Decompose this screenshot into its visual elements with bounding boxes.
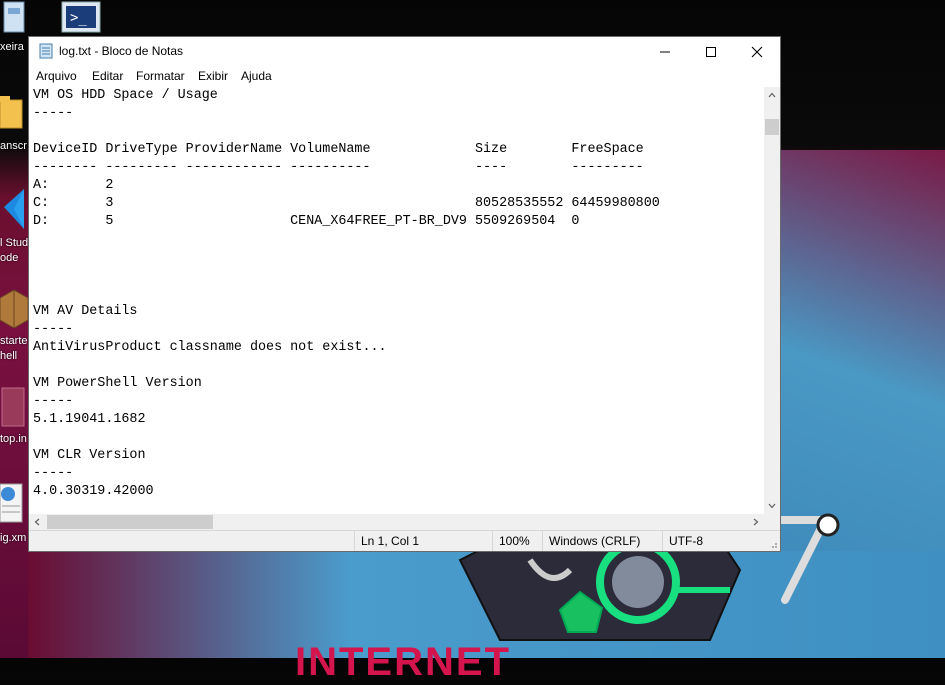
folder-icon[interactable] — [0, 92, 28, 132]
recycle-bin-icon[interactable] — [0, 0, 28, 38]
close-icon — [751, 46, 763, 57]
svg-text:>_: >_ — [70, 10, 87, 26]
maximize-button[interactable] — [688, 37, 734, 66]
status-line-ending: Windows (CRLF) — [542, 531, 662, 551]
xml-file-icon[interactable] — [0, 480, 28, 526]
desktop-icon-label: xeira — [0, 41, 24, 53]
package-icon[interactable] — [0, 284, 28, 328]
vertical-scroll-thumb[interactable] — [765, 119, 779, 135]
vscode-icon[interactable] — [0, 185, 28, 235]
menu-bar: Arquivo Editar Formatar Exibir Ajuda — [29, 66, 780, 86]
desktop-icon-label: anscr — [0, 140, 27, 152]
status-bar: Ln 1, Col 1 100% Windows (CRLF) UTF-8 — [29, 530, 780, 551]
title-bar[interactable]: log.txt - Bloco de Notas — [29, 37, 780, 66]
scrollbar-corner — [764, 514, 780, 530]
chevron-down-icon — [768, 503, 776, 509]
horizontal-scroll-thumb[interactable] — [47, 515, 213, 529]
powershell-icon[interactable]: >_ — [60, 0, 102, 34]
chevron-left-icon — [34, 518, 40, 526]
desktop-icons: xeira anscr l Stud ode starte hell top.i… — [0, 0, 28, 560]
notepad-icon — [39, 43, 53, 59]
settings-file-icon[interactable] — [0, 386, 28, 430]
status-encoding: UTF-8 — [662, 531, 780, 551]
vertical-scrollbar[interactable] — [764, 87, 780, 514]
menu-arquivo[interactable]: Arquivo — [36, 69, 77, 83]
menu-ajuda[interactable]: Ajuda — [241, 69, 272, 83]
status-cursor-position: Ln 1, Col 1 — [354, 531, 490, 551]
desktop-icon-label: hell — [0, 350, 18, 362]
menu-exibir[interactable]: Exibir — [198, 69, 228, 83]
editor-content: VM OS HDD Space / Usage ----- DeviceID D… — [33, 88, 660, 499]
desktop-icon-label: top.in — [0, 433, 27, 445]
menu-editar[interactable]: Editar — [92, 69, 123, 83]
status-zoom: 100% — [492, 531, 542, 551]
close-button[interactable] — [734, 37, 780, 66]
minimize-icon — [660, 51, 670, 52]
scroll-down-button[interactable] — [764, 498, 780, 514]
desktop-icon-label: ode — [0, 252, 19, 264]
text-editor[interactable]: VM OS HDD Space / Usage ----- DeviceID D… — [29, 87, 764, 514]
desktop-icon-label: starte — [0, 335, 28, 347]
scroll-up-button[interactable] — [764, 87, 780, 103]
scroll-left-button[interactable] — [29, 514, 45, 530]
notepad-window: log.txt - Bloco de Notas Arquivo Editar … — [28, 36, 781, 552]
desktop-icon-label: ig.xm — [0, 532, 27, 544]
maximize-icon — [706, 46, 716, 57]
scroll-right-button[interactable] — [748, 514, 764, 530]
window-title: log.txt - Bloco de Notas — [59, 44, 184, 58]
horizontal-scrollbar[interactable] — [29, 514, 764, 530]
chevron-right-icon — [753, 518, 759, 526]
desktop-icon-label: l Stud — [0, 237, 29, 249]
resize-grip-icon[interactable] — [768, 539, 778, 549]
chevron-up-icon — [768, 92, 776, 98]
minimize-button[interactable] — [642, 37, 688, 66]
menu-formatar[interactable]: Formatar — [136, 69, 185, 83]
